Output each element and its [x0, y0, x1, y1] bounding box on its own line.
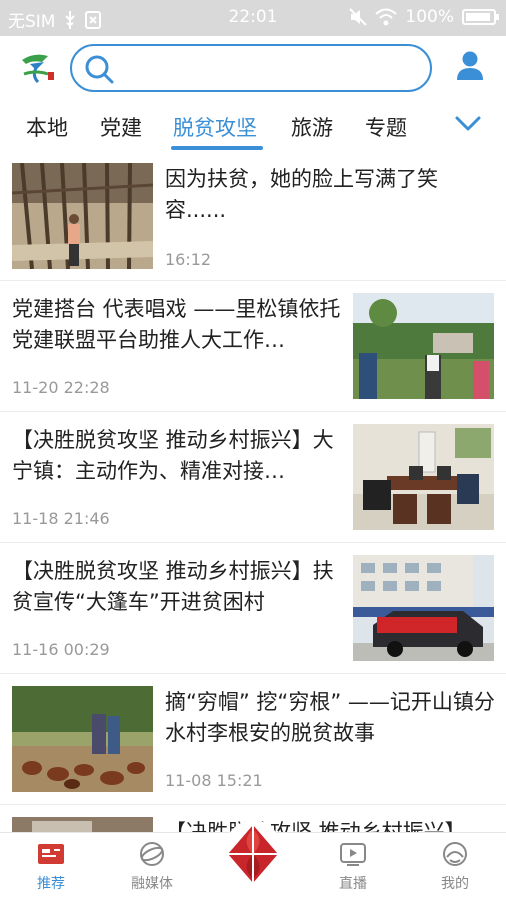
- news-item[interactable]: 党建搭台 代表唱戏 ——里松镇依托党建联盟平台助推人大工作… 11-20 22:…: [0, 281, 506, 412]
- tab-tourism[interactable]: 旅游: [291, 112, 333, 142]
- news-title: 因为扶贫，她的脸上写满了笑容......: [165, 167, 438, 222]
- nav-recommend[interactable]: 推荐: [16, 841, 86, 893]
- news-item[interactable]: 因为扶贫，她的脸上写满了笑容...... 16:12: [0, 154, 506, 281]
- category-tabs: 本地 党建 脱贫攻坚 旅游 专题: [0, 100, 506, 154]
- tab-local[interactable]: 本地: [26, 112, 68, 142]
- news-thumbnail: [12, 686, 153, 792]
- user-icon[interactable]: [455, 50, 485, 82]
- center-logo-icon[interactable]: [222, 819, 284, 889]
- news-time: 11-08 15:21: [165, 771, 263, 790]
- news-time: 11-16 00:29: [12, 640, 110, 659]
- profile-face-icon: [443, 842, 467, 866]
- wifi-icon: [375, 8, 398, 26]
- battery-percent: 100%: [405, 7, 454, 27]
- nav-label-mine: 我的: [441, 876, 469, 892]
- recommend-icon: [38, 844, 64, 864]
- news-title: 【决胜脱贫攻坚 推动乡村振兴】扶贫宣传“大篷车”开进贫困村: [12, 559, 334, 614]
- nav-label-media: 融媒体: [131, 876, 173, 892]
- news-item[interactable]: 【决胜脱贫攻坚 推动乡村振兴】扶贫宣传“大篷车”开进贫困村 11-16 00:2…: [0, 543, 506, 674]
- news-time: 11-18 21:46: [12, 509, 110, 528]
- news-thumbnail: [353, 293, 494, 399]
- news-thumbnail: [12, 163, 153, 269]
- status-bar: 无SIM 22:01 100%: [0, 0, 506, 36]
- search-icon: [85, 55, 114, 84]
- news-time: 11-20 22:28: [12, 378, 110, 397]
- tab-topics[interactable]: 专题: [365, 112, 407, 142]
- tab-party-building[interactable]: 党建: [100, 112, 142, 142]
- app-header: [0, 36, 506, 100]
- status-right: 100%: [349, 7, 499, 27]
- search-bar[interactable]: [70, 44, 432, 92]
- news-title: 摘“穷帽” 挖“穷根” ——记开山镇分水村李根安的脱贫故事: [165, 690, 495, 745]
- search-input[interactable]: [124, 54, 414, 82]
- news-thumbnail: [353, 424, 494, 530]
- battery-icon: [462, 9, 499, 25]
- mute-icon: [349, 8, 368, 26]
- news-title: 【决胜脱贫攻坚 推动乡村振兴】大宁镇：主动作为、精准对接…: [12, 428, 334, 483]
- news-item[interactable]: 【决胜脱贫攻坚 推动乡村振兴】大宁镇：主动作为、精准对接… 11-18 21:4…: [0, 412, 506, 543]
- app-logo-icon[interactable]: [18, 50, 56, 84]
- nav-live[interactable]: 直播: [318, 841, 388, 893]
- nav-media[interactable]: 融媒体: [117, 841, 187, 893]
- news-title: 党建搭台 代表唱戏 ——里松镇依托党建联盟平台助推人大工作…: [12, 297, 341, 352]
- nav-label-live: 直播: [339, 876, 367, 892]
- news-thumbnail: [353, 555, 494, 661]
- media-globe-icon: [140, 842, 164, 866]
- nav-label-recommend: 推荐: [37, 876, 65, 892]
- chevron-down-icon[interactable]: [455, 114, 481, 134]
- nav-mine[interactable]: 我的: [420, 841, 490, 893]
- tab-poverty-alleviation[interactable]: 脱贫攻坚: [173, 112, 257, 142]
- active-tab-indicator: [171, 146, 263, 150]
- live-play-icon: [340, 843, 366, 866]
- news-time: 16:12: [165, 250, 212, 269]
- news-item[interactable]: 摘“穷帽” 挖“穷根” ——记开山镇分水村李根安的脱贫故事 11-08 15:2…: [0, 674, 506, 805]
